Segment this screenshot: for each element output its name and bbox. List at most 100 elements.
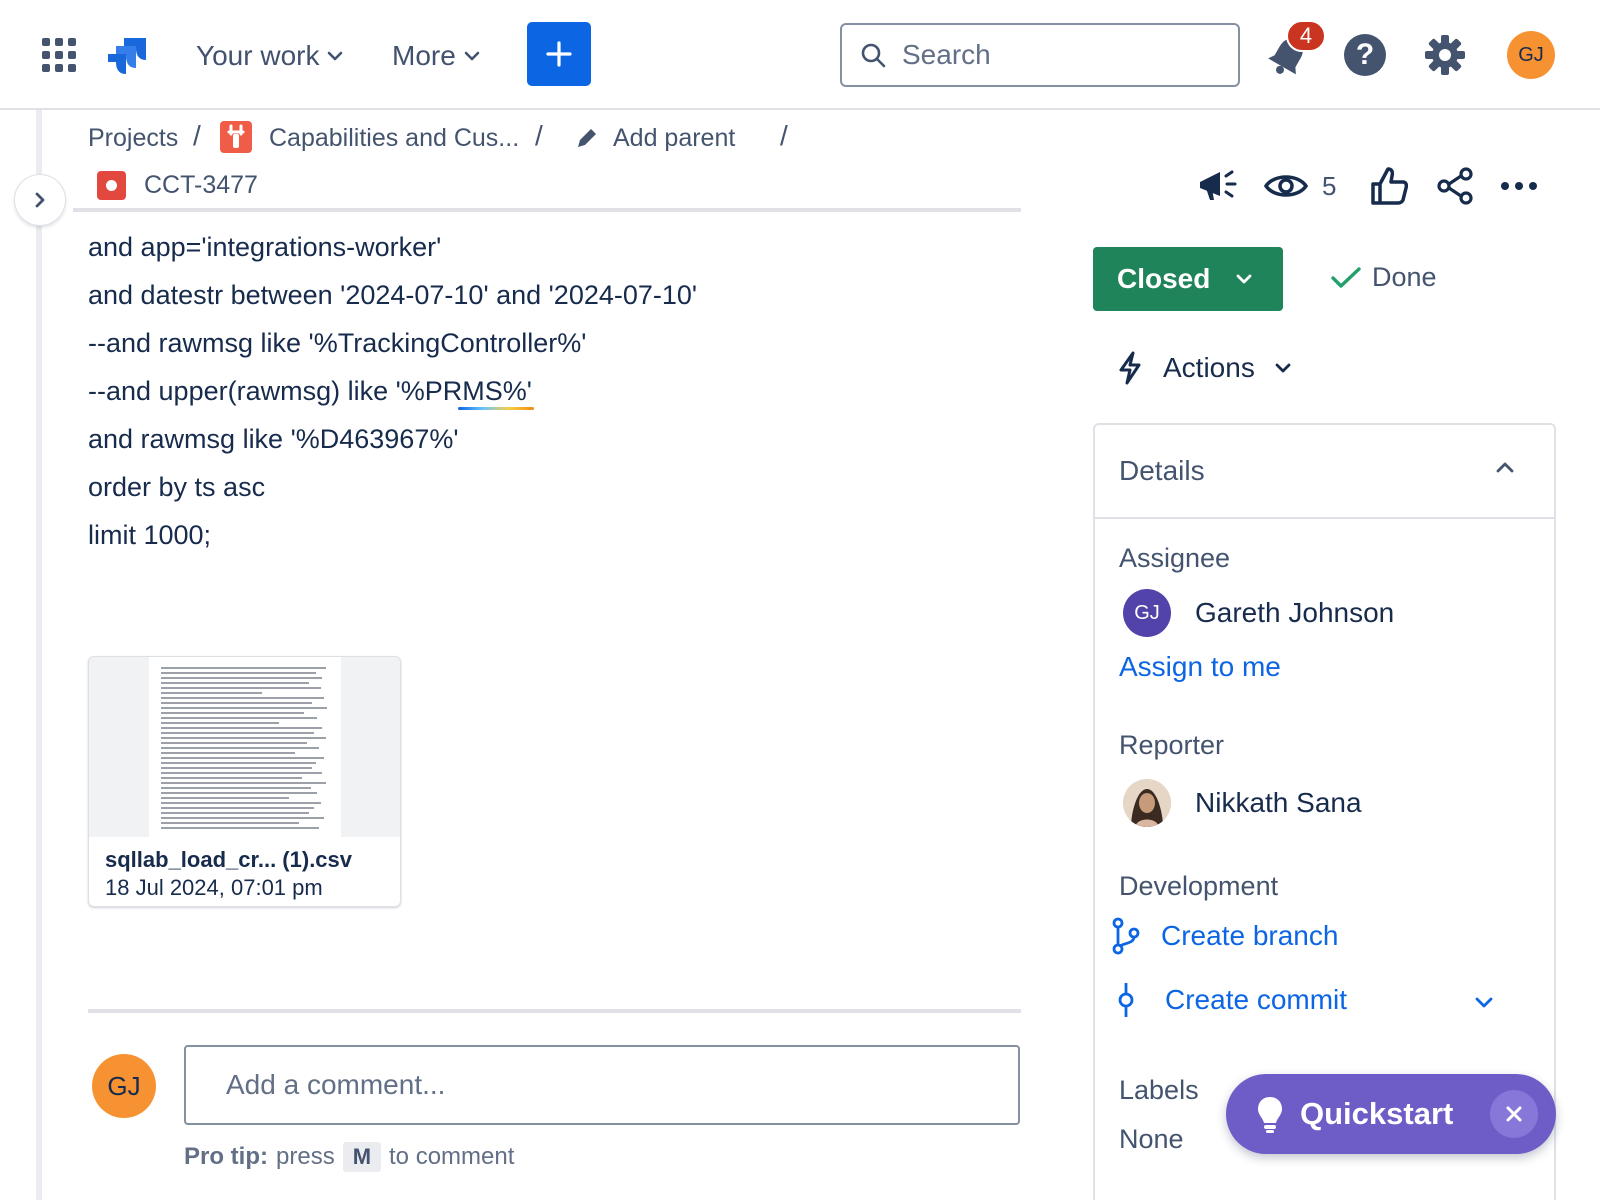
search-box[interactable] <box>840 23 1240 87</box>
spellcheck-underline <box>458 407 534 410</box>
quickstart-label: Quickstart <box>1300 1096 1454 1131</box>
preview-text-line <box>161 722 279 724</box>
preview-text-line <box>161 727 323 729</box>
check-icon <box>1331 266 1361 288</box>
create-commit-label: Create commit <box>1165 984 1348 1015</box>
gear-icon[interactable] <box>1424 34 1466 76</box>
preview-text-line <box>161 762 316 764</box>
resolution-status: Done <box>1330 262 1437 293</box>
commit-icon <box>1118 983 1134 1017</box>
keyboard-shortcut-key: M <box>342 1142 382 1172</box>
feedback-megaphone-icon <box>1200 170 1237 200</box>
create-button[interactable] <box>527 22 591 86</box>
avatar: GJ <box>1123 589 1171 637</box>
assignee-field[interactable]: GJ Gareth Johnson <box>1123 589 1394 637</box>
details-header[interactable]: Details <box>1095 425 1554 519</box>
assign-to-me-link[interactable]: Assign to me <box>1119 651 1281 683</box>
description-line: and app='integrations-worker' <box>88 232 442 262</box>
help-icon[interactable]: ? <box>1344 34 1386 76</box>
preview-text-line <box>161 822 299 824</box>
feedback-button[interactable] <box>1196 164 1240 208</box>
create-branch-link[interactable]: Create branch <box>1111 917 1338 955</box>
preview-text-line <box>161 777 303 779</box>
more-icon[interactable] <box>1500 164 1538 208</box>
preview-text-line <box>161 767 313 769</box>
preview-text-line <box>161 787 311 789</box>
chevron-down-icon <box>1236 274 1252 284</box>
chevron-down-icon <box>328 51 343 61</box>
chevron-down-icon <box>464 51 480 61</box>
branch-icon <box>1112 917 1140 955</box>
preview-text-line <box>161 712 304 714</box>
search-input[interactable] <box>902 39 1222 71</box>
chevron-up-icon[interactable] <box>1496 461 1514 473</box>
assignee-name: Gareth Johnson <box>1195 597 1395 628</box>
jira-logo-icon[interactable] <box>106 36 150 76</box>
activity-divider <box>88 1009 1021 1013</box>
attachment-preview-page <box>149 657 341 837</box>
nav-your-work-label: Your work <box>196 40 320 71</box>
breadcrumb-projects[interactable]: Projects <box>88 121 178 155</box>
breadcrumb-separator: / <box>780 120 788 151</box>
chevron-right-icon <box>35 192 45 208</box>
preview-text-line <box>161 812 309 814</box>
breadcrumb-project[interactable]: Capabilities and Cus... <box>269 121 519 155</box>
nav-more[interactable]: More <box>392 36 480 76</box>
quickstart-button[interactable]: Quickstart <box>1226 1074 1556 1154</box>
description-line: limit 1000; <box>88 520 212 550</box>
preview-text-line <box>161 737 326 739</box>
app-switcher-icon[interactable] <box>42 38 76 72</box>
create-commit-link[interactable]: Create commit <box>1115 981 1347 1019</box>
sidebar-rail <box>36 110 42 1200</box>
vote-button[interactable] <box>1370 164 1408 208</box>
attachment-card[interactable]: sqllab_load_cr... (1).csv 18 Jul 2024, 0… <box>88 656 401 907</box>
nav-more-label: More <box>392 40 456 71</box>
description-line: order by ts asc <box>88 472 266 502</box>
preview-text-line <box>161 707 328 709</box>
status-dropdown-button[interactable]: Closed <box>1093 247 1283 311</box>
profile-avatar[interactable]: GJ <box>1507 31 1555 79</box>
chevron-down-icon <box>1275 363 1291 373</box>
preview-text-line <box>161 772 323 774</box>
comment-input[interactable]: Add a comment... <box>184 1045 1020 1125</box>
expand-sidebar-button[interactable] <box>15 175 65 225</box>
breadcrumb-issue-key[interactable]: CCT-3477 <box>144 168 258 202</box>
attachment-date: 18 Jul 2024, 07:01 pm <box>105 875 323 900</box>
preview-text-line <box>161 682 309 684</box>
preview-text-line <box>161 672 316 674</box>
preview-text-line <box>161 702 313 704</box>
preview-text-line <box>161 742 308 744</box>
preview-text-line <box>161 802 321 804</box>
labels-value[interactable]: None <box>1119 1124 1184 1155</box>
preview-text-line <box>161 792 318 794</box>
close-icon[interactable] <box>1490 1090 1538 1138</box>
reporter-name: Nikkath Sana <box>1195 787 1362 818</box>
status-label: Closed <box>1117 263 1211 294</box>
add-parent-button[interactable]: Add parent <box>575 121 735 155</box>
share-button[interactable] <box>1436 164 1476 208</box>
watch-button[interactable]: 5 <box>1264 164 1336 208</box>
actions-button[interactable]: Actions <box>1117 346 1291 390</box>
reporter-label: Reporter <box>1119 730 1225 760</box>
description-line: --and rawmsg like '%TrackingController%' <box>88 328 587 358</box>
avatar: GJ <box>92 1054 156 1118</box>
nav-your-work[interactable]: Your work <box>196 36 343 76</box>
description-line: --and upper(rawmsg) like '%PRMS%' <box>88 376 532 406</box>
sticky-header-divider <box>73 208 1021 212</box>
add-parent-label: Add parent <box>613 123 736 152</box>
plus-icon <box>546 41 572 67</box>
preview-text-line <box>161 797 289 799</box>
breadcrumb-separator: / <box>535 120 543 151</box>
pro-tip-rest: to comment <box>389 1143 515 1170</box>
lightning-icon <box>1119 351 1141 385</box>
pencil-icon <box>578 129 596 147</box>
preview-text-line <box>161 667 326 669</box>
preview-text-line <box>161 692 262 694</box>
breadcrumb-separator: / <box>193 120 201 151</box>
create-branch-label: Create branch <box>1161 920 1339 951</box>
chevron-down-icon[interactable] <box>1475 997 1493 1009</box>
preview-text-line <box>161 717 318 719</box>
assignee-label: Assignee <box>1119 543 1231 573</box>
reporter-field[interactable]: Nikkath Sana <box>1123 779 1362 827</box>
preview-text-line <box>161 697 324 699</box>
